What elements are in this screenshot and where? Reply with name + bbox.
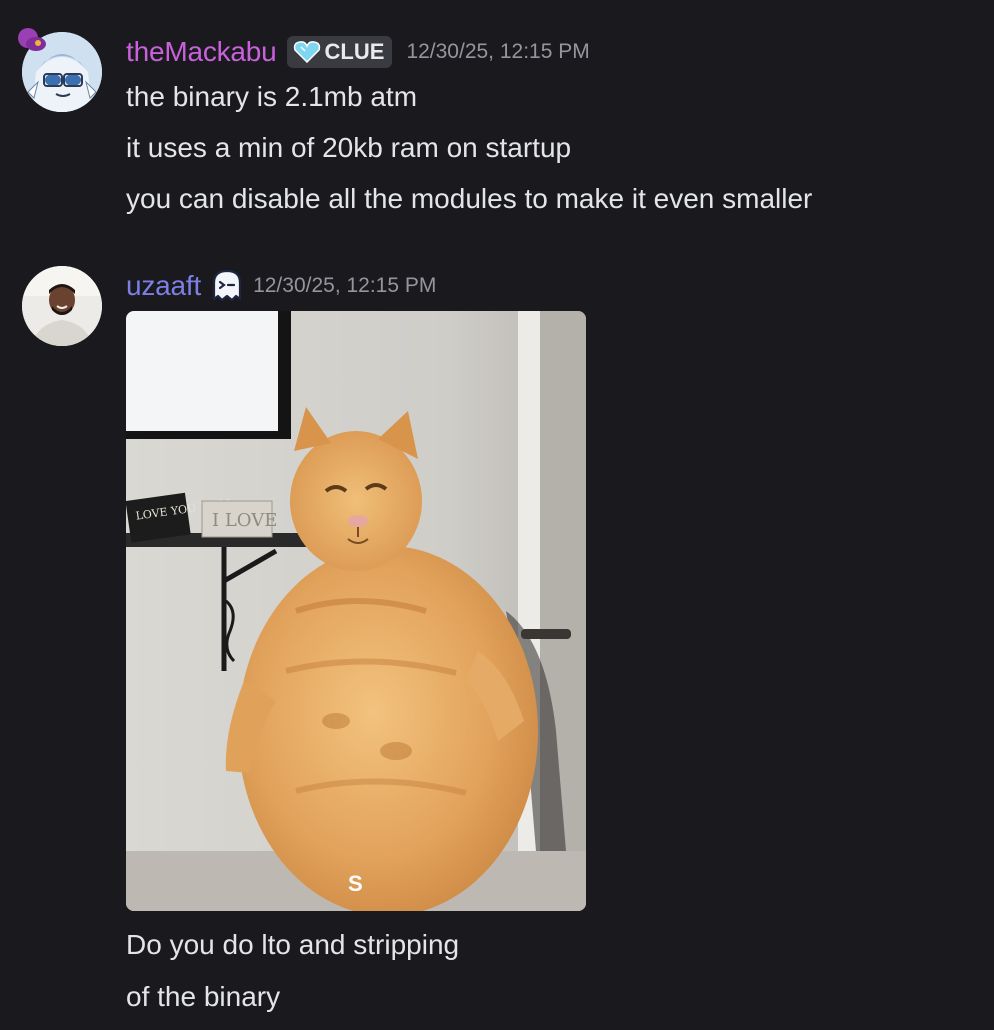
message-1: theMackabu CLUE 12/30/25, 12:15 PM the b… xyxy=(0,0,994,240)
gif-attachment[interactable]: LOVE YOU MOM I LOVE S xyxy=(126,311,586,911)
heart-gem-icon xyxy=(293,41,320,63)
clan-tag-label: CLUE xyxy=(324,39,385,64)
orange-cat-gif: LOVE YOU MOM I LOVE S xyxy=(126,311,586,911)
avatar-decoration-hat xyxy=(16,26,50,56)
message-text-line: the binary is 2.1mb atm xyxy=(126,81,418,112)
timestamp[interactable]: 12/30/25, 12:15 PM xyxy=(253,274,436,298)
gif-caption: S xyxy=(348,871,363,896)
message-text-line: it uses a min of 20kb ram on startup xyxy=(126,132,572,163)
message-text-line: of the binary xyxy=(126,981,281,1012)
message-text-line: Do you do lto and stripping xyxy=(126,929,460,960)
person-avatar-icon xyxy=(22,266,102,346)
timestamp[interactable]: 12/30/25, 12:15 PM xyxy=(406,40,589,64)
sign-text: I LOVE xyxy=(212,510,277,531)
message-text-line: you can disable all the modules to make … xyxy=(126,183,813,214)
clan-tag-badge[interactable]: CLUE xyxy=(286,36,393,68)
message-header: theMackabu CLUE 12/30/25, 12:15 PM xyxy=(126,34,590,70)
username[interactable]: theMackabu xyxy=(126,36,277,68)
hat-icon xyxy=(18,28,46,51)
username[interactable]: uzaaft xyxy=(126,270,201,302)
ghost-icon[interactable] xyxy=(211,269,243,303)
avatar[interactable] xyxy=(22,266,102,346)
chat-messages: theMackabu CLUE 12/30/25, 12:15 PM the b… xyxy=(0,0,994,1030)
message-header: uzaaft 12/30/25, 12:15 PM xyxy=(126,268,436,304)
